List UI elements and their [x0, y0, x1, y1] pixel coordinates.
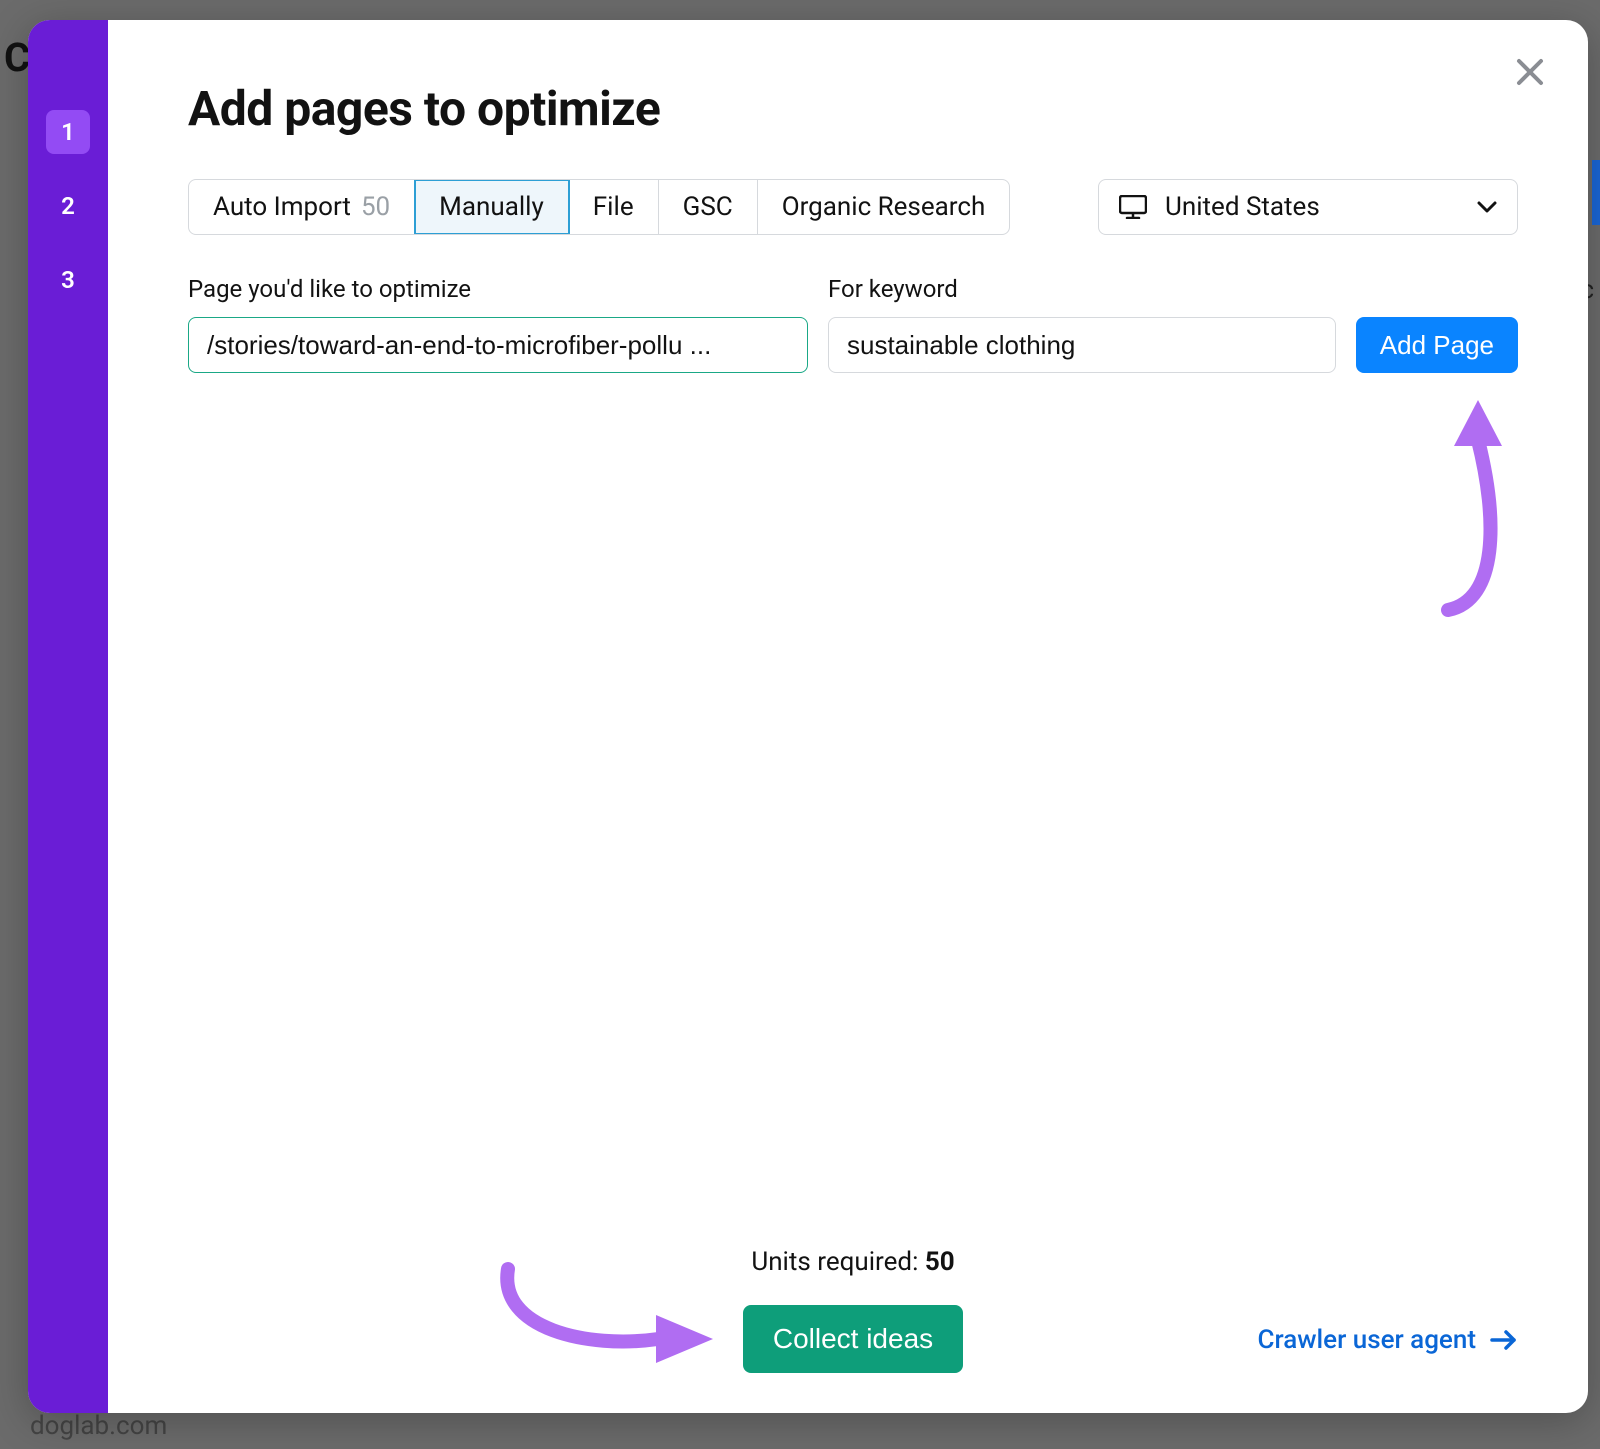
step-3[interactable]: 3: [46, 258, 90, 302]
step-2[interactable]: 2: [46, 184, 90, 228]
background-hint-letter: C: [4, 34, 30, 81]
annotation-arrow-collect-ideas: [488, 1259, 718, 1373]
modal-title: Add pages to optimize: [188, 80, 1518, 137]
step-rail: 1 2 3: [28, 20, 108, 1413]
tab-auto-import[interactable]: Auto Import 50: [189, 180, 415, 234]
desktop-icon: [1119, 195, 1147, 219]
background-blue-sliver: [1592, 160, 1600, 225]
keyword-input[interactable]: [847, 330, 1317, 361]
tab-manually-label: Manually: [439, 192, 544, 222]
background-hint-url: doglab.com: [30, 1411, 167, 1441]
crawler-user-agent-link[interactable]: Crawler user agent: [1258, 1325, 1518, 1355]
source-tabs: Auto Import 50 Manually File GSC Organic…: [188, 179, 1010, 235]
keyword-input-wrapper: [828, 317, 1336, 373]
tab-auto-import-count: 50: [361, 192, 390, 222]
page-input-label: Page you'd like to optimize: [188, 275, 808, 303]
country-select[interactable]: United States: [1098, 179, 1518, 235]
arrow-right-icon: [1490, 1330, 1518, 1350]
page-input-wrapper: [188, 317, 808, 373]
close-icon: [1515, 57, 1545, 87]
tab-file-label: File: [593, 192, 634, 222]
tab-auto-import-label: Auto Import: [213, 192, 351, 222]
collect-ideas-button[interactable]: Collect ideas: [743, 1305, 963, 1373]
tab-gsc-label: GSC: [683, 192, 733, 222]
units-required: Units required: 50: [751, 1247, 954, 1277]
add-pages-modal: 1 2 3 Add pages to optimize Auto Import …: [28, 20, 1588, 1413]
modal-body: Add pages to optimize Auto Import 50 Man…: [108, 20, 1588, 1413]
modal-footer: Units required: 50 Collect ideas Crawler…: [188, 1187, 1518, 1373]
top-row: Auto Import 50 Manually File GSC Organic…: [188, 179, 1518, 235]
keyword-input-label: For keyword: [828, 275, 1518, 303]
input-labels: Page you'd like to optimize For keyword: [188, 275, 1518, 303]
close-button[interactable]: [1508, 50, 1552, 94]
tab-organic-research[interactable]: Organic Research: [758, 180, 1010, 234]
tab-manually[interactable]: Manually: [415, 180, 569, 234]
chevron-down-icon: [1477, 201, 1497, 213]
tab-gsc[interactable]: GSC: [659, 180, 758, 234]
tab-file[interactable]: File: [569, 180, 659, 234]
units-required-prefix: Units required:: [751, 1247, 924, 1277]
inputs-row: Add Page: [188, 317, 1518, 373]
step-1[interactable]: 1: [46, 110, 90, 154]
units-required-value: 50: [925, 1247, 955, 1277]
add-page-button[interactable]: Add Page: [1356, 317, 1518, 373]
country-label: United States: [1165, 192, 1320, 222]
tab-organic-research-label: Organic Research: [782, 192, 986, 222]
crawler-user-agent-label: Crawler user agent: [1258, 1325, 1476, 1355]
page-input[interactable]: [207, 330, 789, 361]
annotation-arrow-add-page: [1418, 400, 1528, 624]
